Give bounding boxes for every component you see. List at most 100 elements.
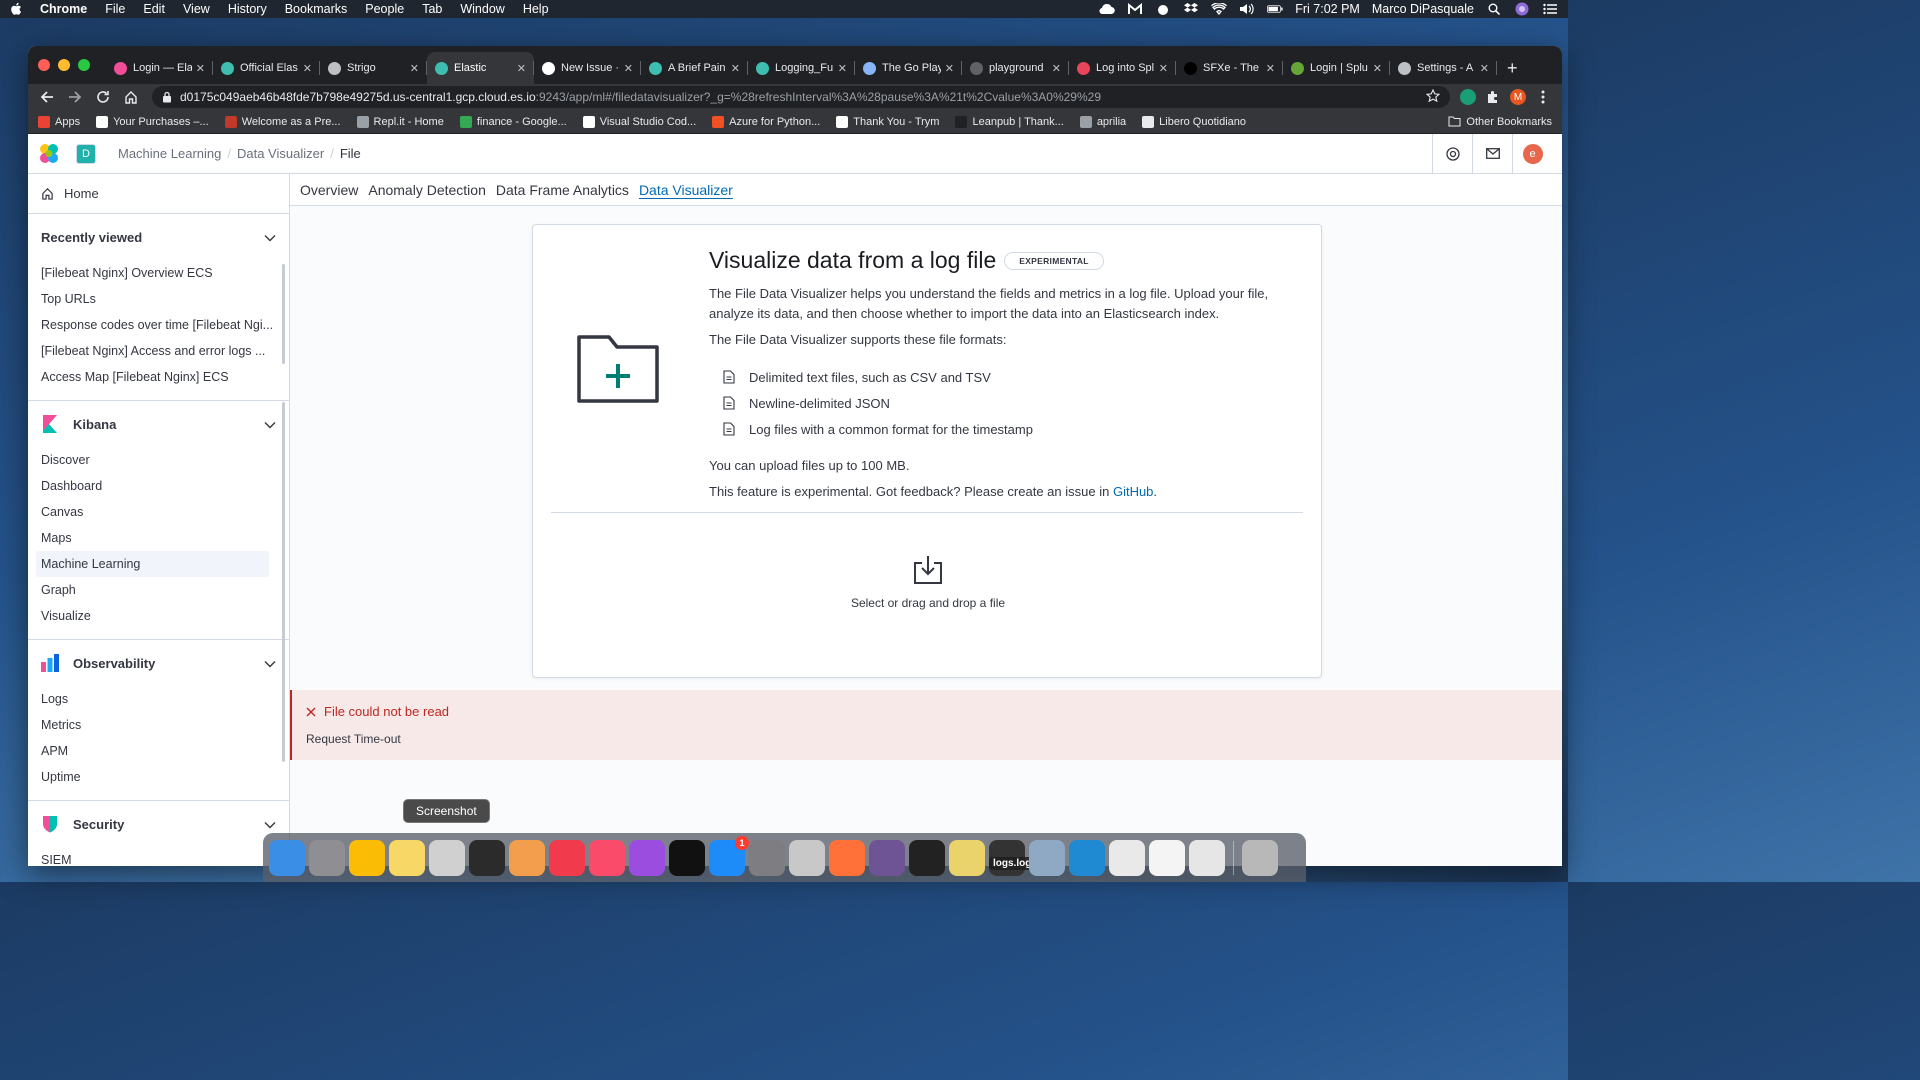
menubar-file[interactable]: File	[105, 2, 125, 16]
close-icon[interactable]: ✕	[1266, 62, 1275, 75]
close-icon[interactable]: ✕	[838, 62, 847, 75]
menubar-people[interactable]: People	[365, 2, 404, 16]
siri-icon[interactable]	[1514, 2, 1530, 16]
apple-icon[interactable]	[10, 2, 24, 16]
dock-tv-icon[interactable]	[669, 839, 705, 876]
address-bar[interactable]: d0175c049aeb46b48fde7b798e49275d.us-cent…	[152, 86, 1450, 108]
menubar-help[interactable]: Help	[523, 2, 549, 16]
volume-icon[interactable]	[1239, 2, 1255, 16]
sidebar-item-logs[interactable]: Logs	[28, 686, 289, 712]
bookmark-welcome-as-a-pre[interactable]: Welcome as a Pre...	[224, 115, 341, 128]
tab-data-frame-analytics[interactable]: Data Frame Analytics	[496, 182, 629, 198]
browser-tab[interactable]: SFXe - The ✕	[1176, 52, 1283, 84]
tab-overview[interactable]: Overview	[300, 182, 358, 198]
dock-launchpad-icon[interactable]	[309, 839, 345, 876]
dock-firefox-icon[interactable]	[829, 839, 865, 876]
elastic-logo-icon[interactable]	[38, 143, 60, 165]
space-selector-badge[interactable]: D	[76, 143, 96, 164]
zoom-window-button[interactable]	[78, 59, 90, 71]
dropbox-icon[interactable]	[1183, 2, 1199, 16]
nav-scrollbar[interactable]	[282, 402, 285, 762]
sidebar-item-filebeat-nginx-access-and-error-logs[interactable]: [Filebeat Nginx] Access and error logs .…	[28, 338, 289, 364]
dock-system-preferences-icon[interactable]	[749, 839, 785, 876]
browser-tab[interactable]: Log into Spl ✕	[1069, 52, 1176, 84]
sidebar-item-siem[interactable]: SIEM	[28, 847, 289, 866]
sidebar-item-dashboard[interactable]: Dashboard	[28, 473, 289, 499]
browser-tab[interactable]: A Brief Pain ✕	[641, 52, 748, 84]
sidebar-item-top-urls[interactable]: Top URLs	[28, 286, 289, 312]
browser-tab[interactable]: Login — Ela ✕	[106, 52, 213, 84]
dock-podcasts-icon[interactable]	[629, 839, 665, 876]
forward-button[interactable]	[64, 86, 86, 108]
extension-grammarly-icon[interactable]	[1460, 89, 1476, 105]
other-bookmarks[interactable]: Other Bookmarks	[1448, 116, 1552, 128]
bookmark-visual-studio-cod[interactable]: Visual Studio Cod...	[582, 115, 696, 128]
menubar-edit[interactable]: Edit	[143, 2, 165, 16]
sidebar-item-filebeat-nginx-overview-ecs[interactable]: [Filebeat Nginx] Overview ECS	[28, 260, 289, 286]
tab-anomaly-detection[interactable]: Anomaly Detection	[368, 182, 486, 198]
bookmark-azure-for-python[interactable]: Azure for Python...	[712, 115, 820, 128]
notification-center-icon[interactable]	[1542, 2, 1558, 16]
sidebar-item-machine-learning[interactable]: Machine Learning	[36, 551, 269, 577]
menubar-app-name[interactable]: Chrome	[40, 2, 87, 16]
close-icon[interactable]: ✕	[1159, 62, 1168, 75]
github-link[interactable]: GitHub	[1113, 484, 1153, 499]
file-dropzone[interactable]: Select or drag and drop a file	[533, 555, 1323, 610]
dock-vs-code-icon[interactable]	[1069, 839, 1105, 876]
close-window-button[interactable]	[38, 59, 50, 71]
close-icon[interactable]: ✕	[410, 62, 419, 75]
close-icon[interactable]: ✕	[517, 62, 526, 75]
home-button[interactable]	[120, 86, 142, 108]
bookmark-your-purchases[interactable]: Your Purchases –...	[96, 115, 209, 128]
sidebar-item-response-codes-over-time-filebeat-ngi[interactable]: Response codes over time [Filebeat Ngi..…	[28, 312, 289, 338]
user-menu-button[interactable]: e	[1512, 133, 1552, 174]
dock-trash-icon[interactable]	[1242, 839, 1278, 876]
bookmark-libero-quotidiano[interactable]: Libero Quotidiano	[1142, 115, 1246, 128]
menubar-history[interactable]: History	[228, 2, 267, 16]
browser-tab[interactable]: Strigo ✕	[320, 52, 427, 84]
profile-avatar-icon[interactable]: M	[1510, 89, 1526, 105]
mail-app-icon[interactable]	[1127, 2, 1143, 16]
dock-console-icon[interactable]: logs.log	[989, 839, 1036, 876]
close-icon[interactable]: ✕	[196, 62, 205, 75]
close-icon[interactable]: ✕	[624, 62, 633, 75]
chrome-menu-icon[interactable]	[1532, 86, 1554, 108]
dock-notes-icon[interactable]	[389, 839, 425, 876]
browser-tab[interactable]: Logging_Fu ✕	[748, 52, 855, 84]
sidebar-item-discover[interactable]: Discover	[28, 447, 289, 473]
dock-news-icon[interactable]	[549, 839, 585, 876]
menubar-bookmarks[interactable]: Bookmarks	[285, 2, 348, 16]
close-icon[interactable]: ✕	[1373, 62, 1382, 75]
new-tab-button[interactable]: +	[1497, 52, 1528, 84]
sidebar-item-uptime[interactable]: Uptime	[28, 764, 289, 790]
sidebar-item-maps[interactable]: Maps	[28, 525, 289, 551]
dock-chrome-icon[interactable]	[349, 839, 385, 876]
menubar-view[interactable]: View	[183, 2, 210, 16]
sidebar-item-visualize[interactable]: Visualize	[28, 603, 289, 629]
minimize-window-button[interactable]	[58, 59, 70, 71]
dock-downloads-icon[interactable]	[1189, 839, 1225, 876]
close-icon[interactable]: ✕	[1480, 62, 1489, 75]
bookmark-apps[interactable]: Apps	[38, 115, 80, 128]
tab-data-visualizer[interactable]: Data Visualizer	[639, 182, 733, 198]
spotlight-search-icon[interactable]	[1486, 2, 1502, 16]
dock-finder-icon[interactable]	[269, 839, 305, 876]
bookmark-aprilia[interactable]: aprilia	[1079, 115, 1126, 128]
browser-tab[interactable]: playground ✕	[962, 52, 1069, 84]
breadcrumb-data-visualizer[interactable]: Data Visualizer	[237, 146, 324, 161]
browser-tab[interactable]: New Issue · ✕	[534, 52, 641, 84]
bookmark-star-icon[interactable]	[1425, 88, 1441, 106]
bookmark-leanpub-thank[interactable]: Leanpub | Thank...	[955, 115, 1064, 128]
close-icon[interactable]: ✕	[731, 62, 740, 75]
reload-button[interactable]	[92, 86, 114, 108]
wifi-icon[interactable]	[1211, 2, 1228, 16]
browser-tab[interactable]: Official Elas ✕	[213, 52, 320, 84]
close-icon[interactable]: ✕	[303, 62, 312, 75]
back-button[interactable]	[36, 86, 58, 108]
hand-icon[interactable]	[1155, 2, 1171, 16]
menubar-user-name[interactable]: Marco DiPasquale	[1372, 2, 1474, 16]
dock-textedit-icon[interactable]	[1149, 839, 1185, 876]
dock-screenshot-icon[interactable]	[429, 839, 465, 876]
sidebar-item-graph[interactable]: Graph	[28, 577, 289, 603]
nav-home-link[interactable]: Home	[28, 174, 289, 214]
